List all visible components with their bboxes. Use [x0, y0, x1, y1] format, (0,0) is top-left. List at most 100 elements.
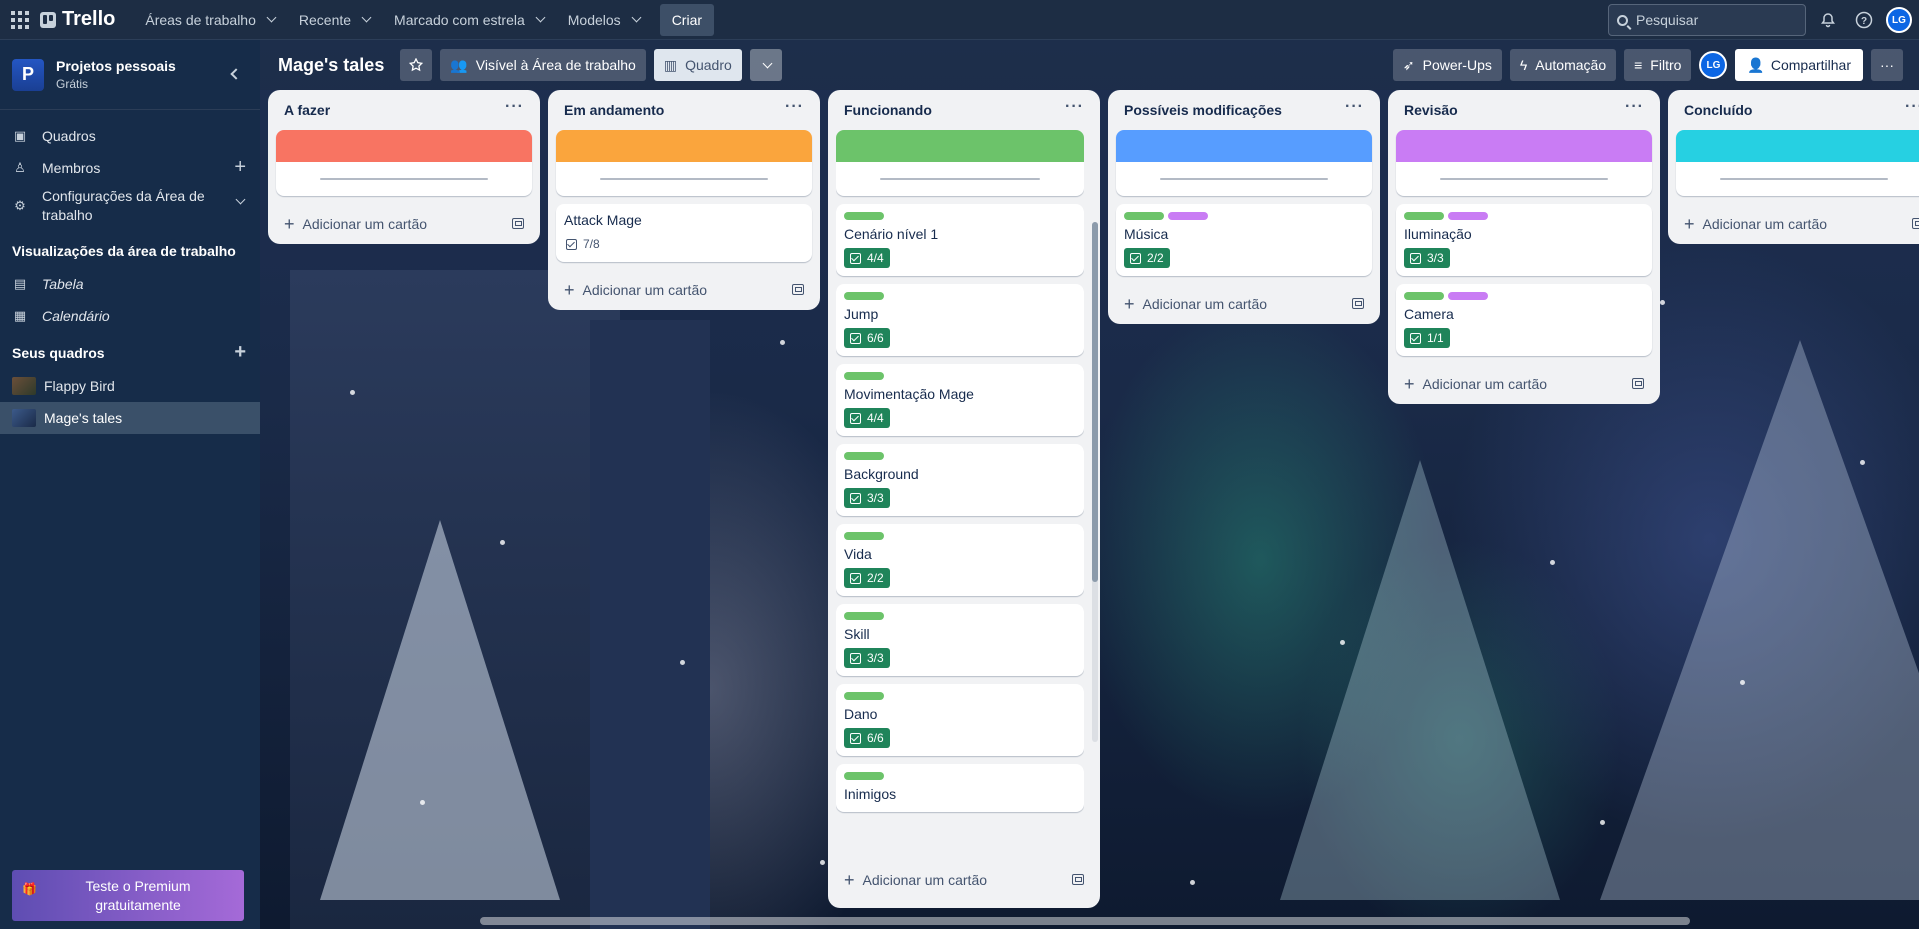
- card[interactable]: Attack Mage 7/8: [556, 204, 812, 262]
- card-template-icon[interactable]: [1352, 298, 1364, 309]
- card[interactable]: [1116, 130, 1372, 196]
- card[interactable]: Skill 3/3: [836, 604, 1084, 676]
- list-header[interactable]: Funcionando ···: [836, 90, 1092, 130]
- star-board-button[interactable]: [400, 49, 433, 81]
- add-card-button[interactable]: + Adicionar um cartão: [1396, 364, 1652, 404]
- card-label-green[interactable]: [844, 612, 884, 620]
- user-avatar[interactable]: LG: [1886, 7, 1912, 33]
- list-title[interactable]: Em andamento: [564, 102, 664, 118]
- sidebar-item-members[interactable]: ♙ Membros +: [0, 152, 260, 184]
- nav-recent[interactable]: Recente: [287, 4, 382, 36]
- chevron-down-icon[interactable]: [235, 194, 246, 205]
- filter-button[interactable]: ≡ Filtro: [1624, 49, 1692, 81]
- card-template-icon[interactable]: [792, 284, 804, 295]
- list-menu-icon[interactable]: ···: [1625, 99, 1644, 115]
- board-member-avatar[interactable]: LG: [1699, 51, 1728, 79]
- sidebar-item-table[interactable]: ▤ Tabela: [0, 268, 260, 300]
- card[interactable]: Dano 6/6: [836, 684, 1084, 756]
- card[interactable]: Camera 1/1: [1396, 284, 1652, 356]
- add-card-button[interactable]: + Adicionar um cartão: [276, 204, 532, 244]
- card[interactable]: Jump 6/6: [836, 284, 1084, 356]
- list-header[interactable]: A fazer ···: [276, 90, 532, 130]
- create-button[interactable]: Criar: [659, 3, 715, 36]
- card-label-green[interactable]: [844, 772, 884, 780]
- card-label-green[interactable]: [1404, 292, 1444, 300]
- power-ups-button[interactable]: ➶ Power-Ups: [1392, 49, 1502, 81]
- board-title[interactable]: Mage's tales: [270, 55, 392, 76]
- card-label-green[interactable]: [844, 532, 884, 540]
- card[interactable]: [276, 130, 532, 196]
- share-button[interactable]: 👤 Compartilhar: [1735, 49, 1863, 81]
- card[interactable]: [1676, 130, 1919, 196]
- sidebar-board-flappy-bird[interactable]: Flappy Bird: [0, 370, 260, 402]
- visibility-button[interactable]: 👥 Visível à Área de trabalho: [440, 49, 646, 81]
- card[interactable]: Música 2/2: [1116, 204, 1372, 276]
- card-label-green[interactable]: [844, 212, 884, 220]
- board-menu-button[interactable]: ···: [1871, 49, 1903, 81]
- card-label-purple[interactable]: [1168, 212, 1208, 220]
- list-menu-icon[interactable]: ···: [785, 99, 804, 115]
- list-menu-icon[interactable]: ···: [1065, 99, 1084, 115]
- automation-button[interactable]: ϟ Automação: [1509, 49, 1617, 81]
- card-label-green[interactable]: [844, 692, 884, 700]
- card[interactable]: Iluminação 3/3: [1396, 204, 1652, 276]
- add-card-button[interactable]: + Adicionar um cartão: [1116, 284, 1372, 324]
- card[interactable]: Inimigos: [836, 764, 1084, 812]
- sidebar-item-settings[interactable]: ⚙ Configurações da Área de trabalho: [0, 184, 260, 228]
- nav-templates[interactable]: Modelos: [556, 4, 652, 36]
- card-template-icon[interactable]: [512, 218, 524, 229]
- card-template-icon[interactable]: [1072, 874, 1084, 885]
- horizontal-scrollbar[interactable]: [480, 917, 1690, 925]
- card[interactable]: Cenário nível 1 4/4: [836, 204, 1084, 276]
- board-view-button[interactable]: ▥ Quadro: [653, 49, 742, 81]
- card[interactable]: [1396, 130, 1652, 196]
- notifications-bell-icon[interactable]: [1816, 8, 1840, 32]
- list-menu-icon[interactable]: ···: [1345, 99, 1364, 115]
- list-title[interactable]: Funcionando: [844, 102, 932, 118]
- list-header[interactable]: Em andamento ···: [556, 90, 812, 130]
- nav-workspaces[interactable]: Áreas de trabalho: [133, 4, 287, 36]
- list-title[interactable]: A fazer: [284, 102, 330, 118]
- card-label-green[interactable]: [1404, 212, 1444, 220]
- trello-logo[interactable]: Trello: [40, 8, 115, 31]
- card-label-green[interactable]: [1124, 212, 1164, 220]
- nav-templates-label: Modelos: [567, 11, 621, 28]
- list-menu-icon[interactable]: ···: [505, 99, 524, 115]
- list-header[interactable]: Possíveis modificações ···: [1116, 90, 1372, 130]
- sidebar-board-mages-tales[interactable]: Mage's tales: [0, 402, 260, 434]
- help-icon[interactable]: ?: [1852, 8, 1876, 32]
- card[interactable]: Vida 2/2: [836, 524, 1084, 596]
- card[interactable]: [836, 130, 1084, 196]
- premium-trial-button[interactable]: 🎁 Teste o Premium gratuitamente: [12, 870, 244, 921]
- list-header[interactable]: Concluído ···: [1676, 90, 1919, 130]
- workspace-name[interactable]: Projetos pessoais: [56, 58, 176, 74]
- add-card-button[interactable]: + Adicionar um cartão: [1676, 204, 1919, 244]
- collapse-sidebar-icon[interactable]: [230, 68, 242, 80]
- search-input[interactable]: Pesquisar: [1608, 4, 1806, 36]
- sidebar-item-calendar[interactable]: ▦ Calendário: [0, 300, 260, 332]
- add-card-button[interactable]: + Adicionar um cartão: [556, 270, 812, 310]
- list-scrollbar-thumb[interactable]: [1092, 222, 1098, 582]
- add-member-icon[interactable]: +: [234, 157, 246, 177]
- card[interactable]: Background 3/3: [836, 444, 1084, 516]
- card-label-purple[interactable]: [1448, 292, 1488, 300]
- card-template-icon[interactable]: [1632, 378, 1644, 389]
- card-template-icon[interactable]: [1912, 218, 1919, 229]
- card-label-green[interactable]: [844, 372, 884, 380]
- card[interactable]: [556, 130, 812, 196]
- add-board-icon[interactable]: +: [234, 342, 246, 362]
- list-menu-icon[interactable]: ···: [1905, 99, 1919, 115]
- nav-starred[interactable]: Marcado com estrela: [382, 4, 556, 36]
- card[interactable]: Movimentação Mage 4/4: [836, 364, 1084, 436]
- card-label-green[interactable]: [844, 292, 884, 300]
- card-label-purple[interactable]: [1448, 212, 1488, 220]
- list-header[interactable]: Revisão ···: [1396, 90, 1652, 130]
- app-switcher-icon[interactable]: [8, 8, 32, 32]
- list-title[interactable]: Revisão: [1404, 102, 1458, 118]
- card-label-green[interactable]: [844, 452, 884, 460]
- sidebar-item-boards[interactable]: ▣ Quadros: [0, 120, 260, 152]
- list-title[interactable]: Possíveis modificações: [1124, 102, 1282, 118]
- views-dropdown-button[interactable]: [749, 49, 782, 81]
- list-title[interactable]: Concluído: [1684, 102, 1752, 118]
- add-card-button[interactable]: + Adicionar um cartão: [836, 860, 1092, 900]
